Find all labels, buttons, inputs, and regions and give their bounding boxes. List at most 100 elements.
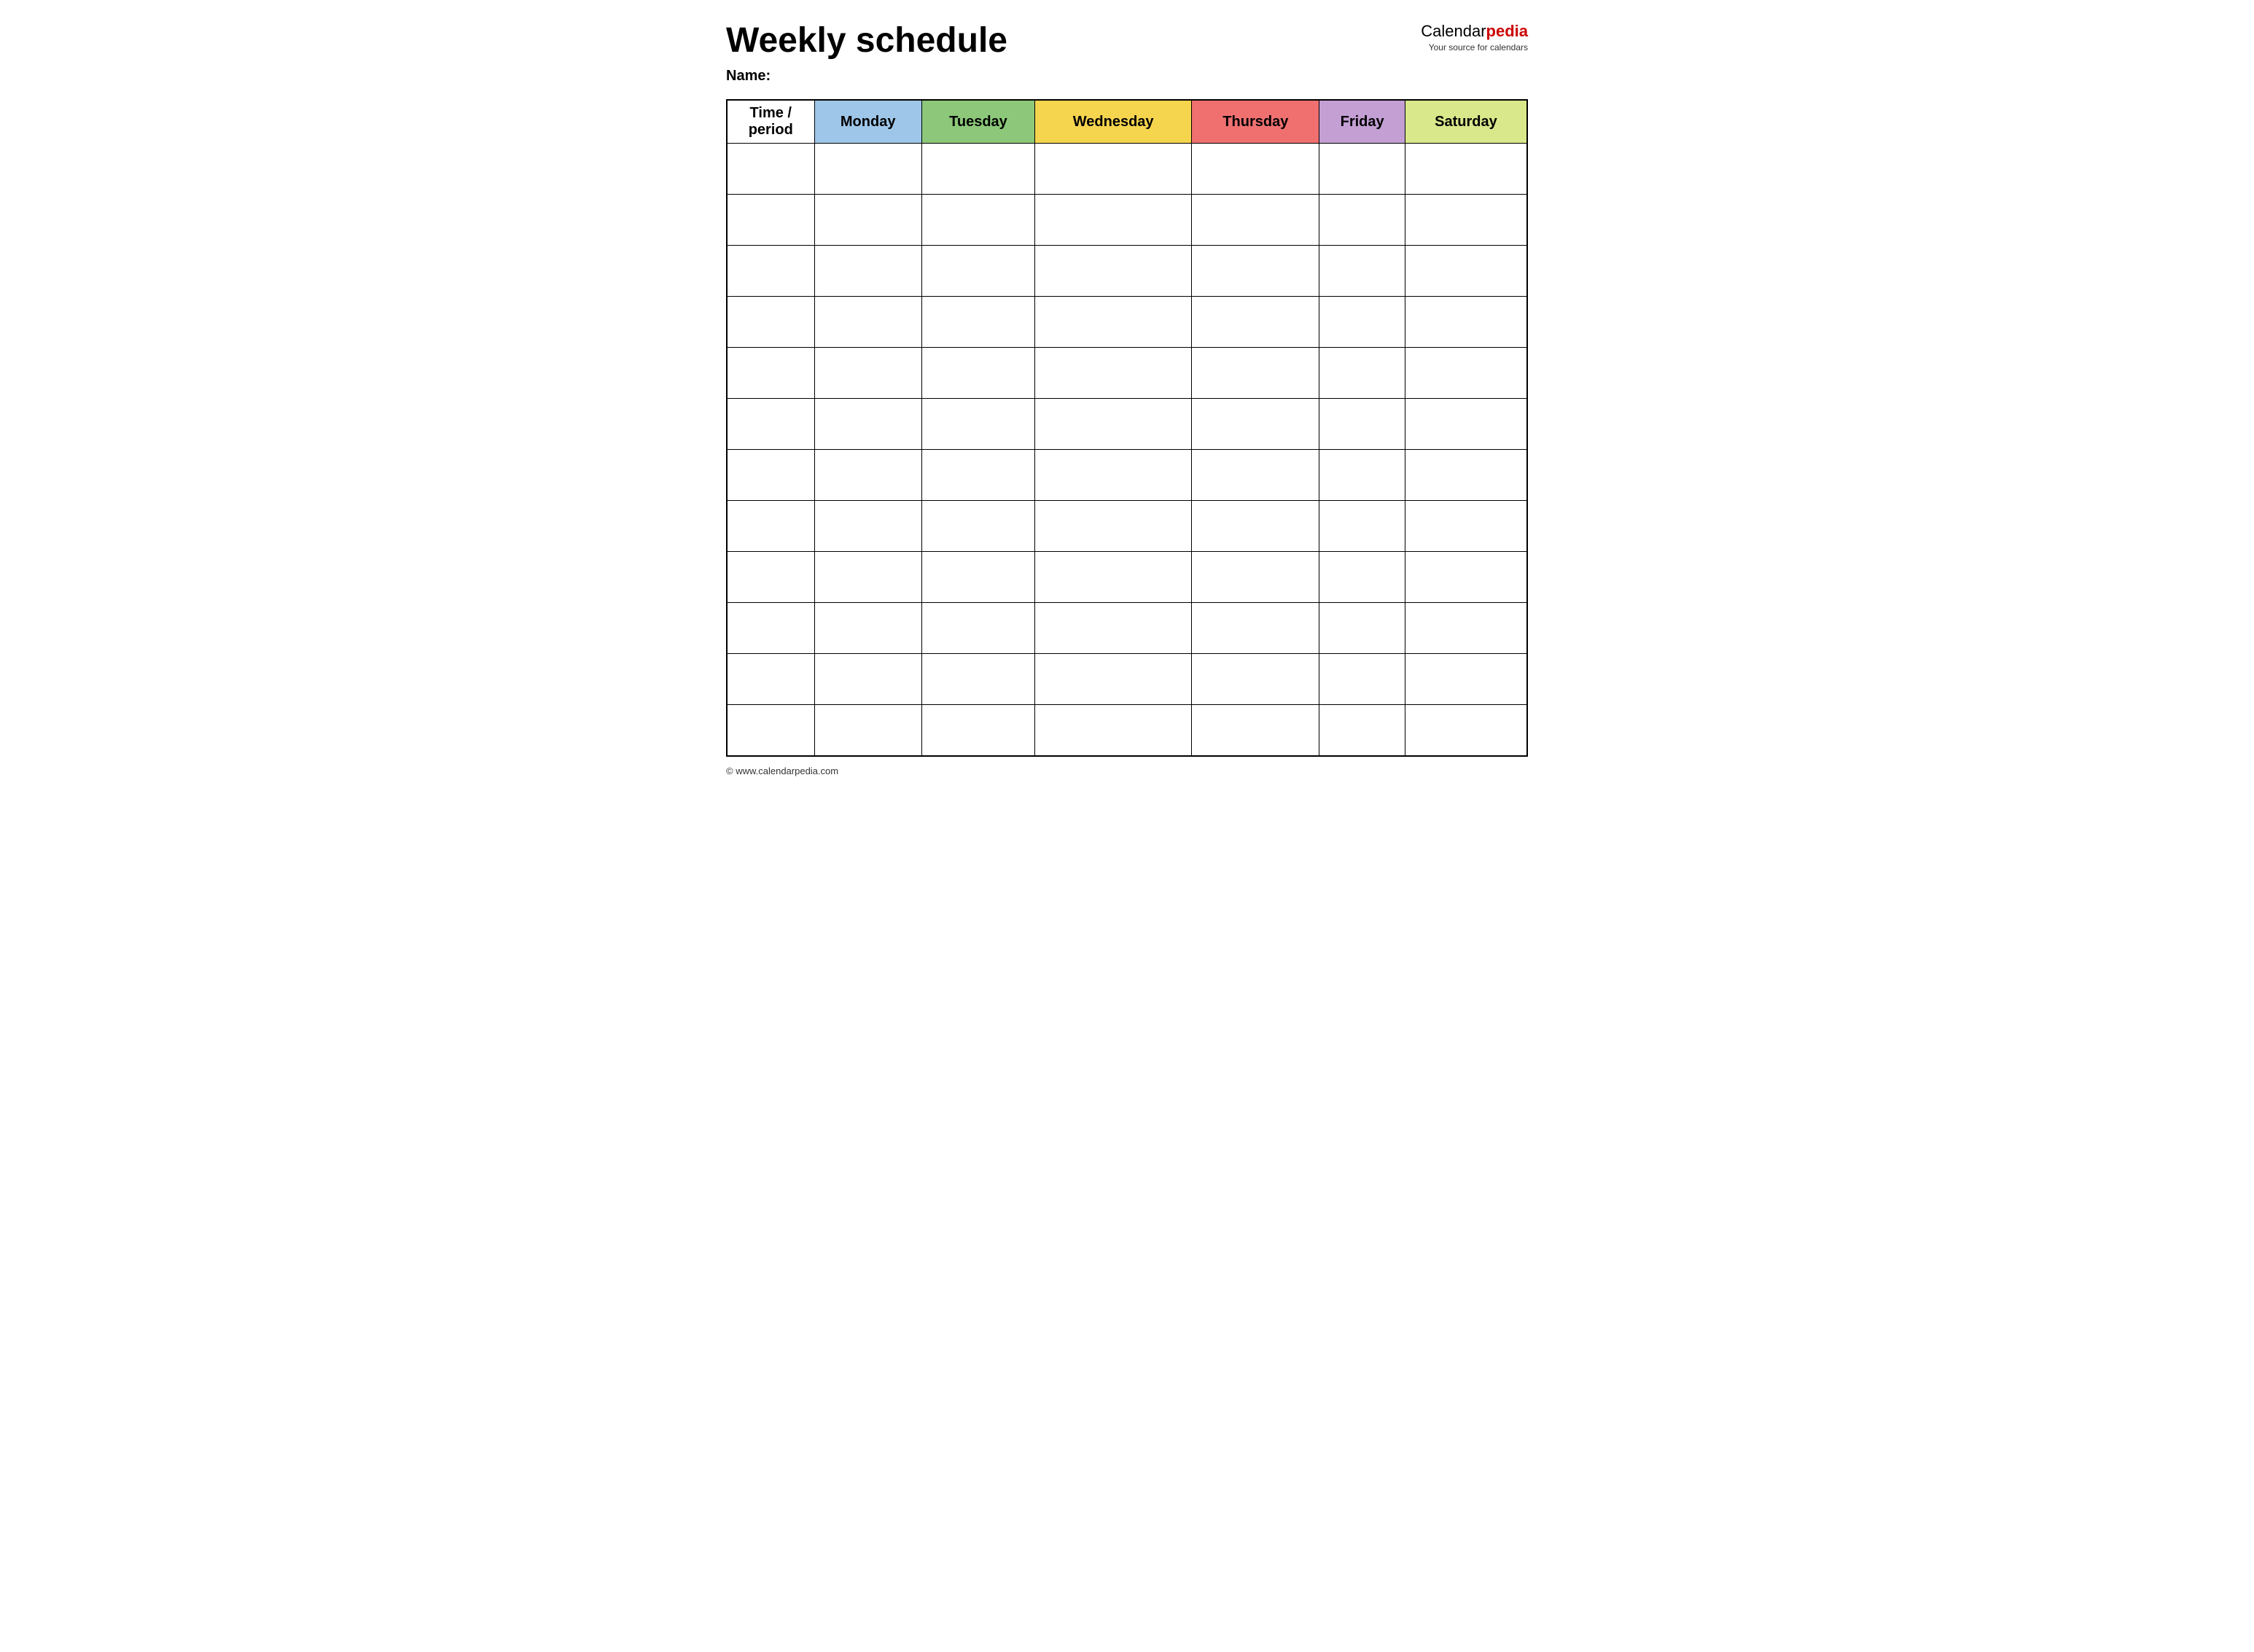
table-cell[interactable]	[814, 348, 921, 399]
table-cell[interactable]	[921, 552, 1034, 603]
table-cell[interactable]	[814, 399, 921, 450]
table-row	[727, 603, 1527, 654]
name-label: Name:	[726, 68, 1007, 85]
table-cell[interactable]	[1319, 348, 1405, 399]
table-cell[interactable]	[921, 399, 1034, 450]
page-wrapper: Weekly schedule Name: Calendarpedia Your…	[726, 22, 1528, 776]
col-header-thursday: Thursday	[1192, 100, 1319, 144]
table-cell[interactable]	[1035, 348, 1192, 399]
col-header-saturday: Saturday	[1405, 100, 1527, 144]
table-cell[interactable]	[1035, 450, 1192, 501]
table-cell[interactable]	[921, 654, 1034, 705]
table-cell[interactable]	[921, 603, 1034, 654]
table-header-row: Time / period Monday Tuesday Wednesday T…	[727, 100, 1527, 144]
table-cell[interactable]	[1405, 399, 1527, 450]
table-cell[interactable]	[727, 705, 814, 756]
table-cell[interactable]	[814, 501, 921, 552]
table-cell[interactable]	[921, 705, 1034, 756]
col-header-time: Time / period	[727, 100, 814, 144]
table-cell[interactable]	[727, 603, 814, 654]
table-cell[interactable]	[1192, 654, 1319, 705]
table-cell[interactable]	[727, 450, 814, 501]
table-cell[interactable]	[1405, 144, 1527, 195]
table-cell[interactable]	[1405, 552, 1527, 603]
table-cell[interactable]	[921, 297, 1034, 348]
table-cell[interactable]	[1405, 603, 1527, 654]
table-cell[interactable]	[1035, 399, 1192, 450]
table-cell[interactable]	[1192, 705, 1319, 756]
table-cell[interactable]	[1405, 705, 1527, 756]
table-cell[interactable]	[1035, 144, 1192, 195]
logo-calendar: Calendar	[1421, 22, 1486, 40]
table-row	[727, 705, 1527, 756]
table-cell[interactable]	[814, 144, 921, 195]
table-cell[interactable]	[1319, 195, 1405, 246]
table-cell[interactable]	[1319, 144, 1405, 195]
table-cell[interactable]	[727, 144, 814, 195]
table-cell[interactable]	[814, 195, 921, 246]
table-cell[interactable]	[1192, 450, 1319, 501]
logo-pedia: pedia	[1486, 22, 1528, 40]
table-body	[727, 144, 1527, 756]
table-cell[interactable]	[921, 501, 1034, 552]
table-cell[interactable]	[921, 348, 1034, 399]
table-cell[interactable]	[1192, 246, 1319, 297]
table-cell[interactable]	[1192, 348, 1319, 399]
table-cell[interactable]	[1319, 654, 1405, 705]
table-cell[interactable]	[814, 552, 921, 603]
table-cell[interactable]	[1192, 144, 1319, 195]
col-header-wednesday: Wednesday	[1035, 100, 1192, 144]
table-cell[interactable]	[1035, 603, 1192, 654]
table-cell[interactable]	[1405, 450, 1527, 501]
table-cell[interactable]	[921, 195, 1034, 246]
table-cell[interactable]	[921, 246, 1034, 297]
table-cell[interactable]	[814, 297, 921, 348]
table-cell[interactable]	[1035, 501, 1192, 552]
table-cell[interactable]	[727, 552, 814, 603]
table-cell[interactable]	[1192, 501, 1319, 552]
table-cell[interactable]	[1319, 603, 1405, 654]
table-cell[interactable]	[1192, 552, 1319, 603]
table-cell[interactable]	[1035, 246, 1192, 297]
table-cell[interactable]	[1035, 297, 1192, 348]
table-cell[interactable]	[727, 246, 814, 297]
table-cell[interactable]	[1035, 705, 1192, 756]
table-cell[interactable]	[921, 144, 1034, 195]
table-cell[interactable]	[1192, 603, 1319, 654]
table-cell[interactable]	[1405, 654, 1527, 705]
table-cell[interactable]	[1405, 501, 1527, 552]
table-cell[interactable]	[1319, 501, 1405, 552]
table-cell[interactable]	[1319, 705, 1405, 756]
table-cell[interactable]	[1319, 399, 1405, 450]
table-cell[interactable]	[814, 654, 921, 705]
table-cell[interactable]	[1319, 450, 1405, 501]
logo-text: Calendarpedia	[1421, 22, 1528, 41]
table-cell[interactable]	[1405, 297, 1527, 348]
table-cell[interactable]	[727, 501, 814, 552]
header-row: Weekly schedule Name: Calendarpedia Your…	[726, 22, 1528, 85]
table-cell[interactable]	[727, 195, 814, 246]
logo-tagline: Your source for calendars	[1429, 42, 1528, 52]
table-cell[interactable]	[814, 705, 921, 756]
table-cell[interactable]	[1319, 246, 1405, 297]
footer-url: © www.calendarpedia.com	[726, 765, 838, 776]
table-cell[interactable]	[1035, 654, 1192, 705]
table-cell[interactable]	[727, 348, 814, 399]
table-cell[interactable]	[727, 297, 814, 348]
table-cell[interactable]	[814, 450, 921, 501]
table-cell[interactable]	[727, 654, 814, 705]
table-cell[interactable]	[1405, 246, 1527, 297]
table-cell[interactable]	[1405, 348, 1527, 399]
table-cell[interactable]	[727, 399, 814, 450]
table-cell[interactable]	[1319, 552, 1405, 603]
table-cell[interactable]	[921, 450, 1034, 501]
table-cell[interactable]	[1192, 195, 1319, 246]
table-cell[interactable]	[1319, 297, 1405, 348]
table-cell[interactable]	[814, 603, 921, 654]
table-cell[interactable]	[1192, 399, 1319, 450]
table-cell[interactable]	[1035, 552, 1192, 603]
table-cell[interactable]	[1035, 195, 1192, 246]
table-cell[interactable]	[814, 246, 921, 297]
table-cell[interactable]	[1405, 195, 1527, 246]
table-cell[interactable]	[1192, 297, 1319, 348]
